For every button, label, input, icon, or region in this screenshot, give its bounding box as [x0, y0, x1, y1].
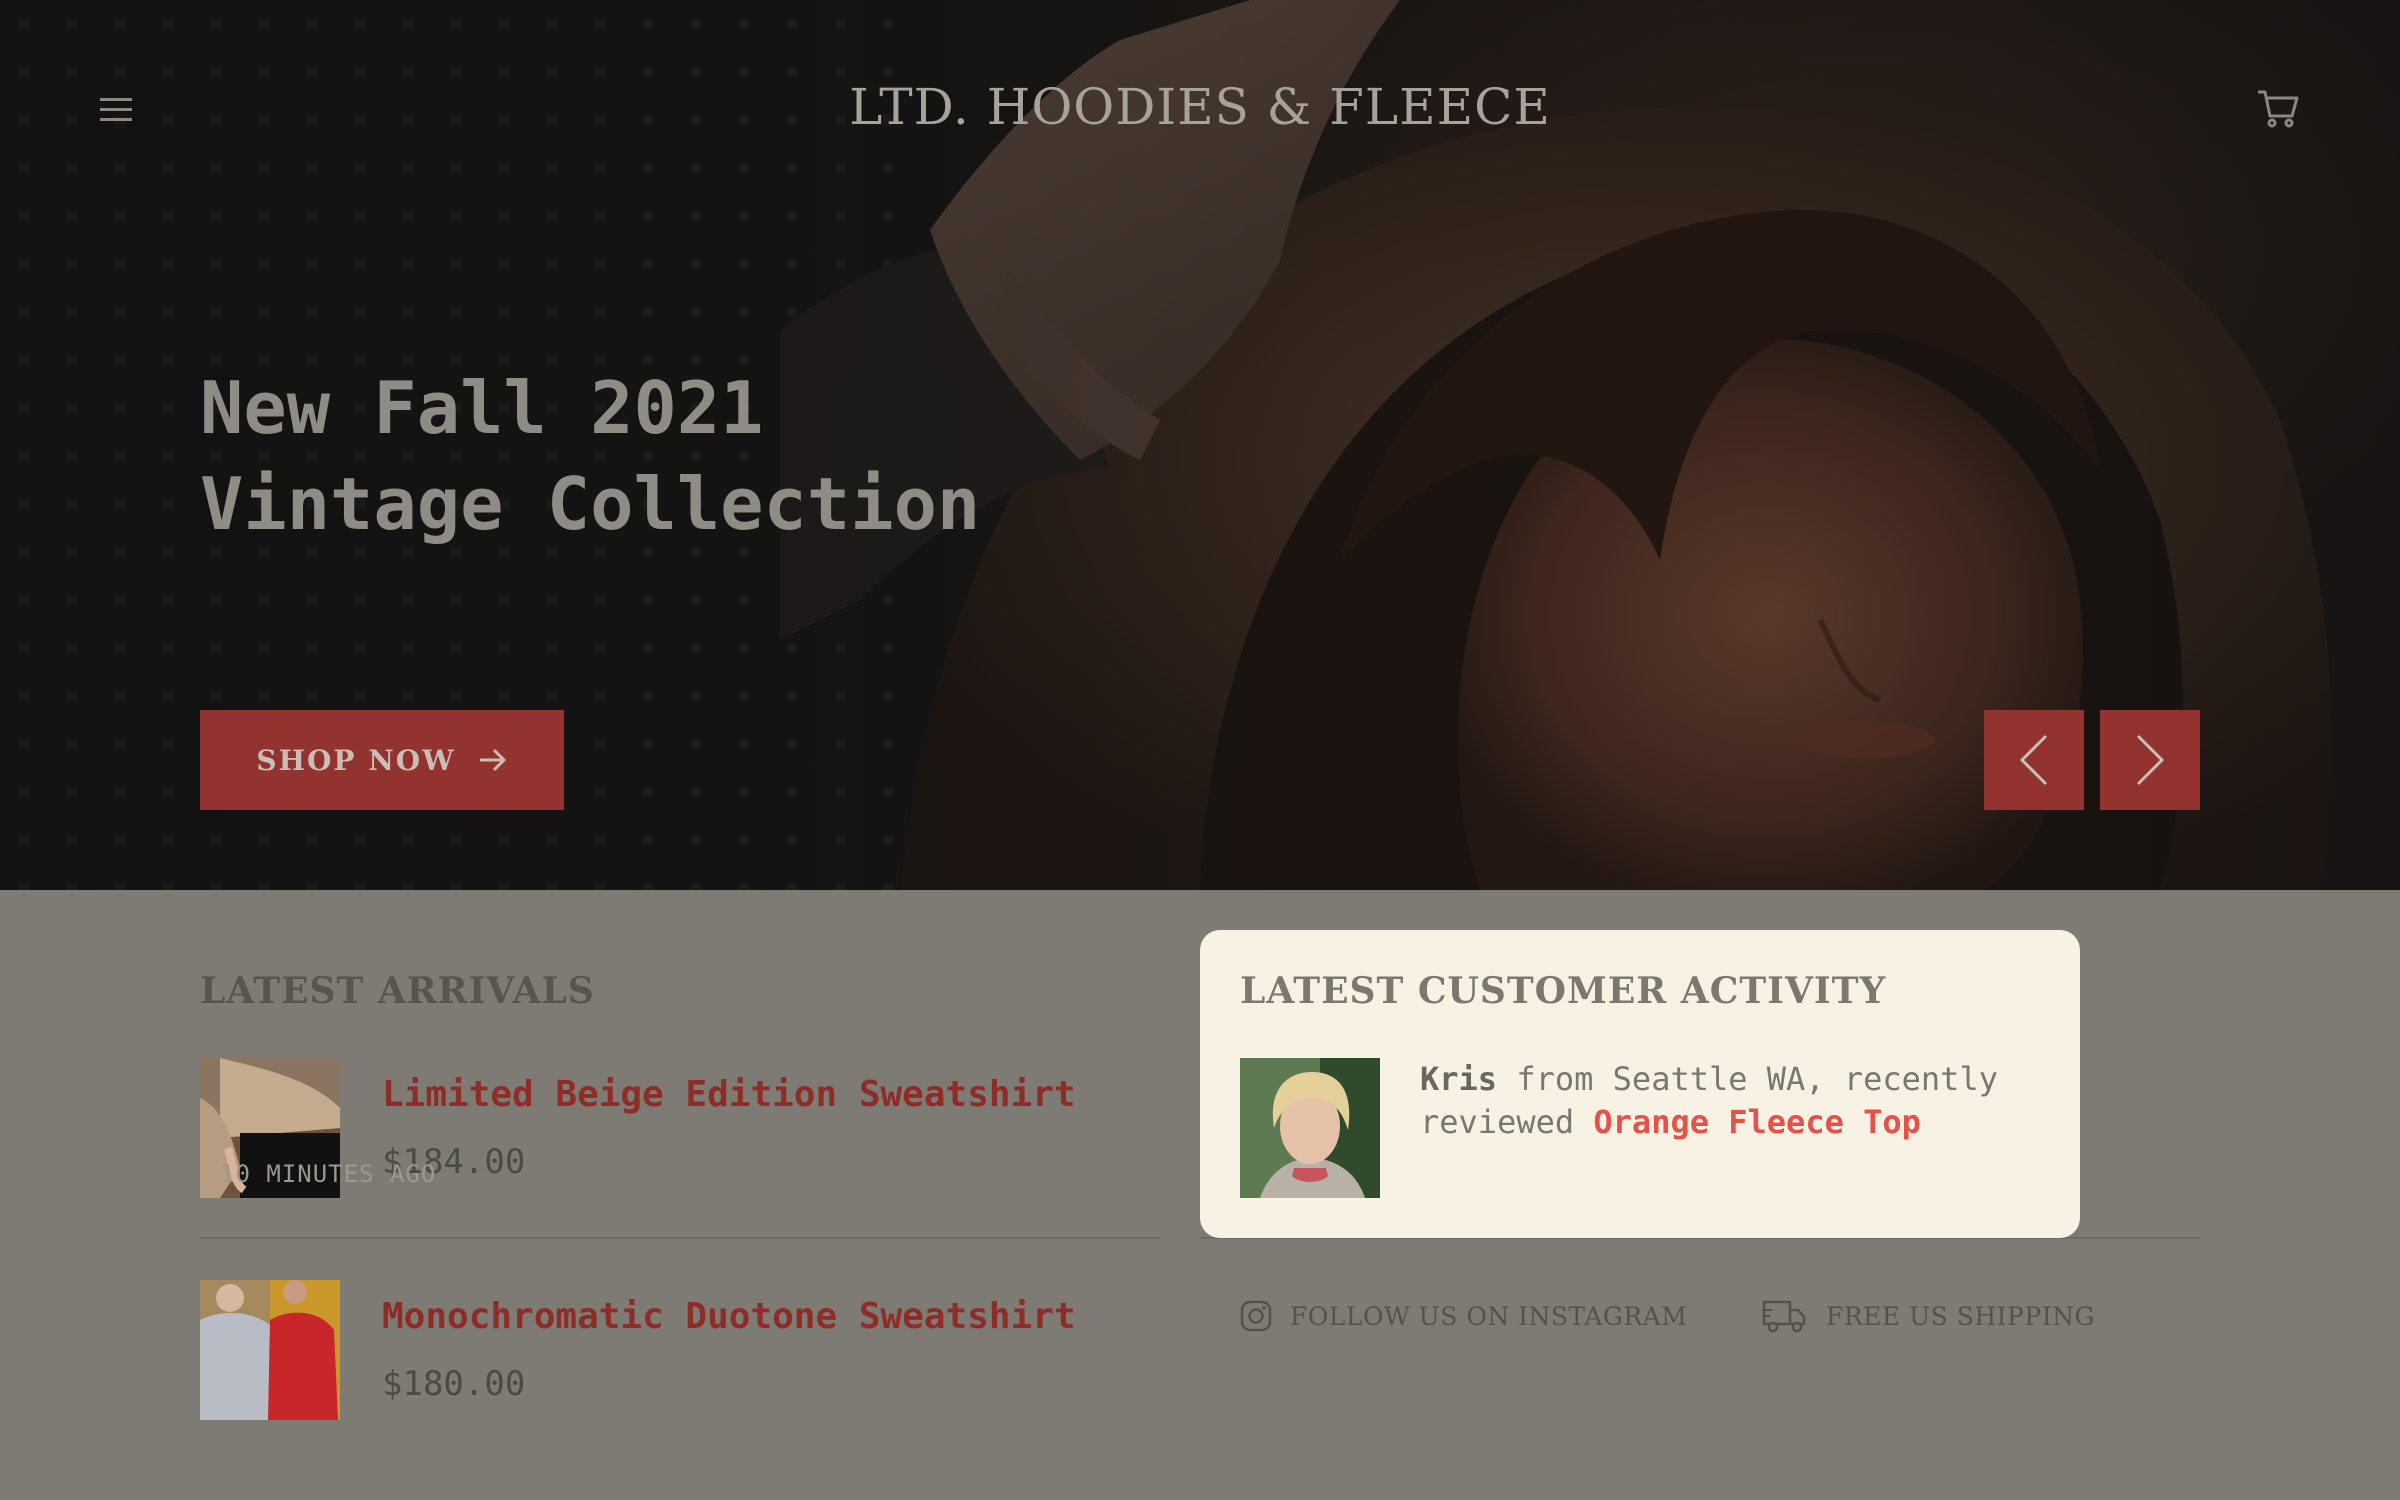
- activity-timestamp: 10 MINUTES AGO: [220, 1160, 437, 1188]
- brand-logo[interactable]: LTD. HOODIES & FLEECE: [0, 78, 2400, 136]
- shipping-info[interactable]: FREE US SHIPPING: [1762, 1296, 2095, 1336]
- product-thumbnail[interactable]: [200, 1280, 340, 1420]
- shop-now-label: SHOP NOW: [256, 743, 456, 777]
- reviewed-product-link[interactable]: Orange Fleece Top: [1593, 1103, 1921, 1141]
- product-name[interactable]: Limited Beige Edition Sweatshirt: [382, 1074, 1076, 1115]
- arrow-right-icon: [479, 748, 506, 772]
- latest-arrivals-heading: LATEST ARRIVALS: [200, 970, 595, 1012]
- hero-title-line2: Vintage Collection: [200, 462, 981, 546]
- product-name[interactable]: Monochromatic Duotone Sweatshirt: [382, 1296, 1076, 1337]
- product-card[interactable]: Monochromatic Duotone Sweatshirt $180.00: [200, 1280, 1160, 1420]
- chevron-right-icon: [2136, 734, 2165, 786]
- chevron-left-icon: [2019, 734, 2048, 786]
- shipping-info-label: FREE US SHIPPING: [1826, 1301, 2095, 1331]
- delivery-truck-icon: [1762, 1300, 1806, 1333]
- hero-title: New Fall 2021 Vintage Collection: [200, 360, 980, 552]
- instagram-link-label: FOLLOW US ON INSTAGRAM: [1290, 1301, 1688, 1331]
- customer-avatar: [1240, 1058, 1380, 1198]
- carousel-next-button[interactable]: [2100, 710, 2200, 810]
- hero-banner: LTD. HOODIES & FLEECE New Fall 2021 Vint…: [0, 0, 2400, 890]
- instagram-link[interactable]: FOLLOW US ON INSTAGRAM: [1240, 1296, 1687, 1336]
- activity-description: Kris from Seattle WA, recently reviewed …: [1420, 1058, 2040, 1144]
- instagram-icon: [1240, 1300, 1272, 1332]
- hero-title-line1: New Fall 2021: [200, 366, 764, 450]
- customer-activity-card: LATEST CUSTOMER ACTIVITY Kris from Seatt…: [1200, 930, 2080, 1238]
- divider: [200, 1237, 1160, 1239]
- customer-activity-heading: LATEST CUSTOMER ACTIVITY: [1240, 970, 1887, 1012]
- product-price: $180.00: [382, 1364, 526, 1404]
- shopping-cart-icon[interactable]: [2256, 88, 2300, 130]
- shop-now-button[interactable]: SHOP NOW: [200, 710, 564, 810]
- customer-name: Kris: [1420, 1060, 1498, 1098]
- carousel-prev-button[interactable]: [1984, 710, 2084, 810]
